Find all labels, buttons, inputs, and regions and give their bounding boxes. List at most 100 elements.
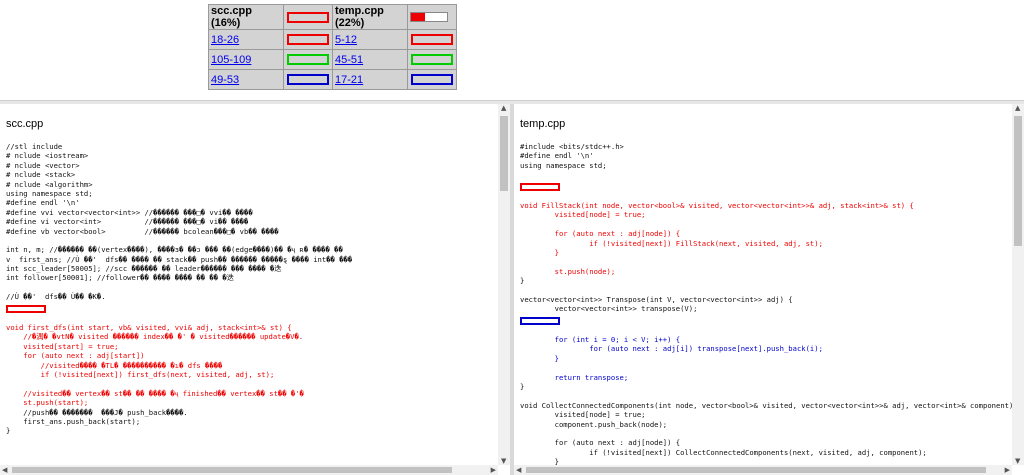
- code-line: using namespace std;: [520, 160, 607, 170]
- code-line: for (auto next : adj[node]) {: [520, 229, 681, 239]
- right-horizontal-scroll-thumb[interactable]: [526, 467, 986, 473]
- scroll-up-arrow-icon[interactable]: ▲: [1015, 104, 1020, 112]
- match-swatch-red: [411, 34, 453, 45]
- match-link-right-2[interactable]: 45-51: [335, 54, 363, 66]
- code-line: for (auto next : adj[i]) transpose[next]…: [520, 344, 823, 354]
- match-row-2: 105-109 45-51: [208, 49, 457, 70]
- code-line: #define endl '\n': [520, 151, 594, 161]
- scroll-down-arrow-icon[interactable]: ▼: [501, 457, 506, 465]
- match-row-3-right: 17-21: [332, 69, 408, 90]
- code-line: #define vi vector<int> //������ ���□� vi…: [6, 217, 249, 227]
- left-similarity-swatch: [287, 11, 329, 23]
- code-line: int scc_leader[50005]; //scc ������ �� l…: [6, 264, 282, 274]
- match-swatch-blue: [411, 74, 453, 85]
- code-line: # nclude <iostream>: [6, 151, 89, 161]
- code-line: //stl include: [6, 142, 63, 151]
- match-row-3-left: 49-53: [208, 69, 284, 90]
- left-horizontal-scroll-thumb[interactable]: [12, 467, 452, 473]
- match-row-1-left: 18-26: [208, 29, 284, 50]
- code-line: st.push(node);: [520, 266, 616, 276]
- code-line: if (!visited[next]) first_dfs(next, visi…: [6, 369, 275, 379]
- code-line: #define endl '\n': [6, 198, 80, 208]
- left-file-title: scc.cpp: [6, 118, 44, 130]
- scroll-down-arrow-icon[interactable]: ▼: [1015, 457, 1020, 465]
- match-row-2-left-color: [283, 49, 333, 70]
- match-swatch-green: [411, 54, 453, 65]
- match-link-left-1[interactable]: 18-26: [211, 34, 239, 46]
- match-row-2-right-color: [407, 49, 457, 70]
- match-marker-blue: [520, 314, 1012, 326]
- code-line: for (auto next : adj[start]): [6, 351, 145, 361]
- right-horizontal-scrollbar[interactable]: ◀ ▶: [514, 465, 1012, 475]
- match-swatch-green: [287, 54, 329, 65]
- code-line: # nclude <stack>: [6, 170, 76, 180]
- match-link-right-1[interactable]: 5-12: [335, 34, 357, 46]
- left-vertical-scrollbar[interactable]: ▲ ▼: [498, 104, 510, 465]
- scroll-right-arrow-icon[interactable]: ▶: [1005, 466, 1010, 474]
- code-line: //push�� ������� ���J� push_back����.: [6, 407, 188, 417]
- code-line: for (int i = 0; i < V; i++) {: [520, 335, 681, 345]
- code-line: component.push_back(node);: [520, 419, 668, 429]
- scroll-up-arrow-icon[interactable]: ▲: [501, 104, 506, 112]
- match-row-2-left: 105-109: [208, 49, 284, 70]
- code-line: if (!visited[next]) CollectConnectedComp…: [520, 447, 927, 457]
- match-row-3-left-color: [283, 69, 333, 90]
- right-file-header-label: temp.cpp (22%): [335, 5, 384, 29]
- right-file-title: temp.cpp: [520, 118, 566, 130]
- summary-header-row: scc.cpp (16%) temp.cpp (22%): [208, 4, 457, 30]
- match-row-1-right-color: [407, 29, 457, 50]
- left-code-viewport: scc.cpp //stl include # nclude <iostream>…: [0, 104, 498, 465]
- match-anchor-red[interactable]: [520, 182, 560, 191]
- left-code-listing: //stl include # nclude <iostream> # nclude…: [6, 142, 498, 436]
- match-anchor-blue[interactable]: [520, 316, 560, 325]
- code-line: int follower[50001]; //follower�� ���� �…: [6, 273, 234, 283]
- code-line: //�湡� �vtN� visited ������ index�� �' � …: [6, 332, 304, 342]
- code-line: //Ù ��' dfs�� Ù�� �K�.: [6, 292, 106, 302]
- code-line: #include <bits/stdc++.h>: [520, 142, 624, 151]
- right-file-header: temp.cpp (22%): [332, 4, 408, 30]
- right-code-listing: #include <bits/stdc++.h> #define endl '\n…: [520, 142, 1012, 465]
- code-line: #define vvi vector<vector<int>> //������…: [6, 207, 253, 217]
- code-line: vector<vector<int>> Transpose(int V, vec…: [520, 294, 793, 304]
- scroll-right-arrow-icon[interactable]: ▶: [491, 466, 496, 474]
- left-horizontal-scrollbar[interactable]: ◀ ▶: [0, 465, 498, 475]
- left-file-header: scc.cpp (16%): [208, 4, 284, 30]
- match-anchor-red[interactable]: [6, 304, 46, 313]
- match-marker-red: [520, 180, 1012, 192]
- code-line: st.push(start);: [6, 398, 89, 408]
- scroll-left-arrow-icon[interactable]: ◀: [2, 466, 7, 474]
- match-swatch-red: [287, 34, 329, 45]
- code-line: void FillStack(int node, vector<bool>& v…: [520, 200, 914, 210]
- code-line: for (auto next : adj[node]) {: [520, 438, 681, 448]
- scroll-left-arrow-icon[interactable]: ◀: [516, 466, 521, 474]
- match-row-1-right: 5-12: [332, 29, 408, 50]
- match-link-right-3[interactable]: 17-21: [335, 74, 363, 86]
- code-line: if (!visited[next]) FillStack(next, visi…: [520, 238, 823, 248]
- right-vertical-scroll-thumb[interactable]: [1014, 116, 1022, 246]
- match-marker-red: [6, 302, 498, 314]
- code-line: int n, m; //������ ��(vertex����), ����ɜ…: [6, 245, 343, 255]
- match-link-left-3[interactable]: 49-53: [211, 74, 239, 86]
- code-line: return transpose;: [520, 372, 629, 382]
- match-row-3-right-color: [407, 69, 457, 90]
- left-code-pane: scc.cpp //stl include # nclude <iostream>…: [0, 104, 510, 475]
- code-line: # nclude <algorithm>: [6, 179, 93, 189]
- match-row-1-left-color: [283, 29, 333, 50]
- code-line: visited[node] = true;: [520, 210, 646, 220]
- code-line: //visited���� �TL� ���������� �ɿ� dfs ��…: [6, 360, 223, 370]
- code-line: vector<vector<int>> transpose(V);: [520, 304, 698, 314]
- right-vertical-scrollbar[interactable]: ▲ ▼: [1012, 104, 1024, 465]
- comparison-summary-table: scc.cpp (16%) temp.cpp (22%) 18-26 5-12 …: [208, 4, 457, 90]
- match-link-left-2[interactable]: 105-109: [211, 54, 251, 66]
- code-line: void first_dfs(int start, vb& visited, v…: [6, 323, 292, 333]
- left-vertical-scroll-thumb[interactable]: [500, 116, 508, 191]
